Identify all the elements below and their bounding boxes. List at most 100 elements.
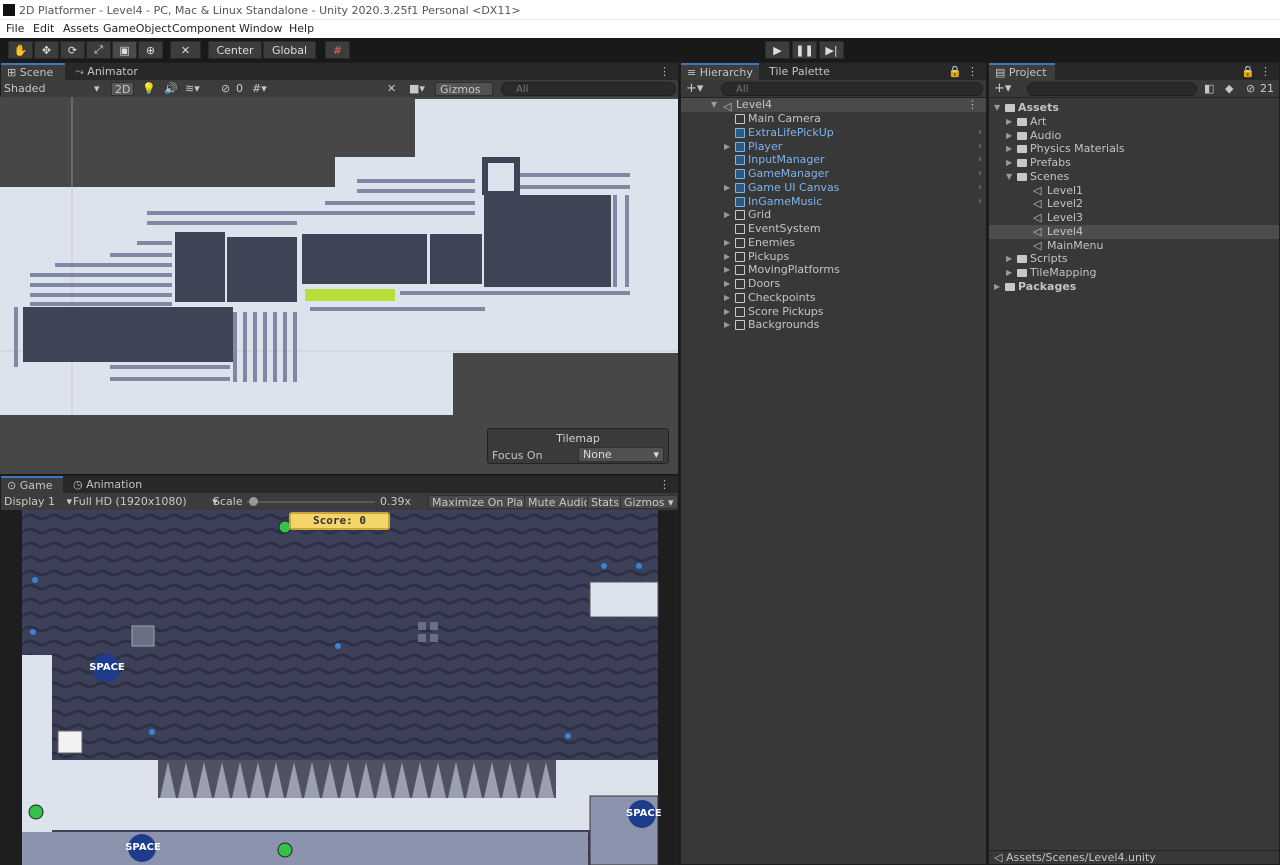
audio-icon[interactable]: 🔊 [164, 82, 178, 96]
hierarchy-item[interactable]: ▶ Grid [681, 208, 986, 222]
project-folder-item[interactable]: ▶ Audio [989, 129, 1279, 143]
scene-gizmos-dropdown[interactable]: Gizmos ▾ [435, 82, 493, 110]
project-scene-item[interactable]: ◁ Level1 [989, 184, 1279, 198]
chevron-right-icon[interactable]: › [978, 181, 982, 195]
grid-icon[interactable]: #▾ [252, 82, 267, 96]
chevron-right-icon[interactable]: › [978, 153, 982, 167]
project-folder-item[interactable]: ▶ TileMapping [989, 266, 1279, 280]
menu-gameobject[interactable]: GameObject [103, 22, 172, 35]
expand-arrow-icon[interactable]: ▶ [724, 318, 730, 332]
panel-menu-icon[interactable]: ⋮ [1254, 63, 1277, 80]
scale-tool-icon[interactable]: ⤢ [86, 41, 111, 59]
hierarchy-item[interactable]: InputManager › [681, 153, 986, 167]
project-search-input[interactable] [1027, 82, 1197, 96]
expand-arrow-icon[interactable]: ▶ [724, 305, 730, 319]
project-folder-item[interactable]: ▼ Scenes [989, 170, 1279, 184]
tab-hierarchy[interactable]: ≡ Hierarchy [681, 63, 759, 80]
hand-tool-icon[interactable]: ✋ [8, 41, 33, 59]
menu-file[interactable]: File [6, 22, 24, 35]
project-folder-item[interactable]: ▼ Assets [989, 101, 1279, 115]
hidden-objects-icon[interactable]: ⊘ [221, 82, 230, 96]
tools-icon[interactable]: ✕ [387, 82, 396, 96]
panel-menu-icon[interactable]: ⋮ [653, 63, 676, 80]
hierarchy-item[interactable]: EventSystem [681, 222, 986, 236]
hierarchy-item[interactable]: ▶ Checkpoints [681, 291, 986, 305]
scale-slider-thumb[interactable] [249, 497, 259, 506]
hierarchy-item[interactable]: ▶ MovingPlatforms [681, 263, 986, 277]
move-tool-icon[interactable]: ✥ [34, 41, 59, 59]
panel-menu-icon[interactable]: ⋮ [653, 476, 676, 493]
hierarchy-item[interactable]: ExtraLifePickUp › [681, 126, 986, 140]
menu-edit[interactable]: Edit [33, 22, 54, 35]
expand-arrow-icon[interactable]: ▶ [994, 280, 1000, 294]
project-folder-item[interactable]: ▶ Scripts [989, 252, 1279, 266]
menu-assets[interactable]: Assets [63, 22, 99, 35]
project-scene-item[interactable]: ◁ Level3 [989, 211, 1279, 225]
mute-audio-toggle[interactable]: Mute Audio [524, 495, 595, 509]
tilemap-focus-dropdown[interactable]: None ▾ [578, 447, 664, 462]
stats-toggle[interactable]: Stats [587, 495, 624, 509]
pause-button[interactable]: ❚❚ [792, 41, 817, 59]
scale-slider-track[interactable] [247, 501, 375, 503]
tab-tile-palette[interactable]: Tile Palette [763, 63, 836, 80]
project-folder-item[interactable]: ▶ Physics Materials [989, 142, 1279, 156]
effects-icon[interactable]: ≋▾ [185, 82, 200, 96]
menu-component[interactable]: Component [172, 22, 236, 35]
expand-arrow-icon[interactable]: ▶ [724, 291, 730, 305]
expand-arrow-icon[interactable]: ▶ [724, 208, 730, 222]
transform-tool-icon[interactable]: ⊕ [138, 41, 163, 59]
expand-arrow-icon[interactable]: ▶ [724, 181, 730, 195]
chevron-right-icon[interactable]: › [978, 195, 982, 209]
panel-menu-icon[interactable]: ⋮ [961, 63, 984, 80]
game-view[interactable]: SPACE SPACE SPACE Score: 0 [0, 510, 678, 865]
project-folder-item[interactable]: ▶ Prefabs [989, 156, 1279, 170]
scene-root-row[interactable]: ▼ ◁ Level4 ⋮ [681, 98, 986, 113]
game-gizmos-dropdown[interactable]: Gizmos ▾ [620, 495, 678, 509]
menu-help[interactable]: Help [289, 22, 314, 35]
hierarchy-item[interactable]: ▶ Backgrounds [681, 318, 986, 332]
project-scene-item[interactable]: ◁ Level4 [989, 224, 1279, 239]
camera-icon[interactable]: ■▾ [409, 82, 425, 96]
search-by-label-icon[interactable]: ◆ [1225, 82, 1233, 96]
hierarchy-item[interactable]: ▶ Enemies [681, 236, 986, 250]
hierarchy-search-input[interactable]: All [721, 82, 983, 96]
expand-arrow-icon[interactable]: ▼ [711, 100, 717, 109]
rect-tool-icon[interactable]: ▣ [112, 41, 137, 59]
expand-arrow-icon[interactable]: ▶ [1006, 252, 1012, 266]
tab-game[interactable]: ⊙ Game [1, 476, 63, 493]
tab-project[interactable]: ▤ Project [989, 63, 1055, 80]
resolution-dropdown[interactable]: Full HD (1920x1080) ▾ [73, 495, 218, 509]
display-dropdown[interactable]: Display 1 ▾ [4, 495, 72, 509]
expand-arrow-icon[interactable]: ▶ [724, 277, 730, 291]
hierarchy-item[interactable]: ▶ Doors [681, 277, 986, 291]
chevron-right-icon[interactable]: › [978, 140, 982, 154]
project-folder-item[interactable]: ▶ Packages [989, 280, 1279, 294]
expand-arrow-icon[interactable]: ▶ [1006, 266, 1012, 280]
hidden-packages-icon[interactable]: ⊘ [1246, 82, 1255, 96]
hierarchy-item[interactable]: Main Camera [681, 112, 986, 126]
hierarchy-item[interactable]: InGameMusic › [681, 195, 986, 209]
hierarchy-item[interactable]: ▶ Pickups [681, 250, 986, 264]
pivot-global-button[interactable]: Global [263, 41, 316, 59]
expand-arrow-icon[interactable]: ▶ [724, 263, 730, 277]
scene-view[interactable] [0, 97, 678, 474]
pivot-center-button[interactable]: Center [208, 41, 262, 59]
tab-animation[interactable]: ◷ Animation [67, 476, 148, 493]
hierarchy-item[interactable]: ▶ Game UI Canvas › [681, 181, 986, 195]
collapse-arrow-icon[interactable]: ▼ [994, 101, 1000, 115]
expand-arrow-icon[interactable]: ▶ [1006, 129, 1012, 143]
scene-menu-icon[interactable]: ⋮ [967, 98, 978, 112]
expand-arrow-icon[interactable]: ▶ [724, 250, 730, 264]
step-button[interactable]: ▶| [819, 41, 844, 59]
expand-arrow-icon[interactable]: ▶ [1006, 156, 1012, 170]
expand-arrow-icon[interactable]: ▶ [724, 140, 730, 154]
mode-2d-toggle[interactable]: 2D [111, 82, 135, 96]
lighting-icon[interactable]: 💡 [142, 82, 156, 96]
expand-arrow-icon[interactable]: ▶ [1006, 142, 1012, 156]
rotate-tool-icon[interactable]: ⟳ [60, 41, 85, 59]
expand-arrow-icon[interactable]: ▶ [724, 236, 730, 250]
project-scene-item[interactable]: ◁ Level2 [989, 197, 1279, 211]
create-add-icon[interactable]: +▾ [686, 82, 703, 96]
shading-mode-dropdown[interactable]: Shaded [4, 82, 45, 96]
project-folder-item[interactable]: ▶ Art [989, 115, 1279, 129]
